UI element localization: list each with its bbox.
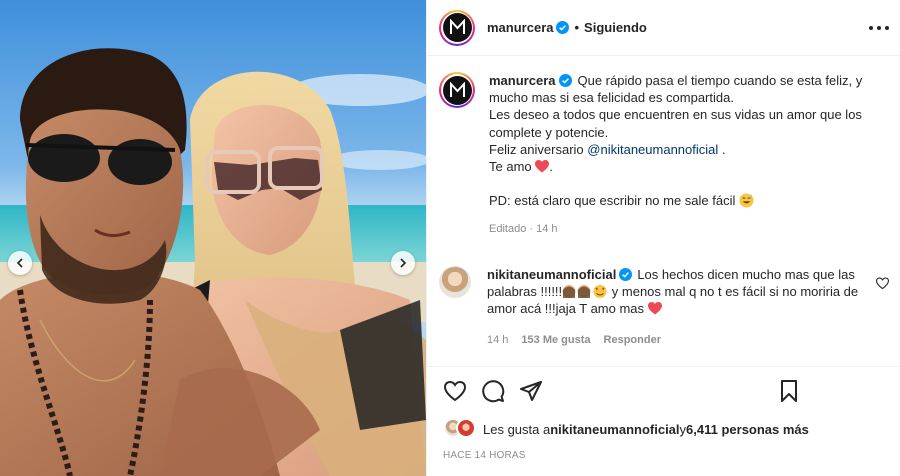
post-header: manurcera • Siguiendo (427, 0, 900, 56)
caption-line-2: Les deseo a todos que encuentren en sus … (489, 107, 862, 140)
caption-line-4: Te amo (489, 159, 532, 175)
comment-body: nikitaneumannoficial Los hechos dicen muc… (487, 266, 867, 349)
bookmark-icon (781, 380, 797, 402)
commenter-avatar[interactable] (439, 266, 471, 298)
chevron-right-icon (400, 258, 407, 268)
header-separator: • (574, 20, 580, 35)
likes-summary: Les gusta a nikitaneumannoficial y 6,411… (443, 418, 809, 440)
comment-meta: 14 h 153 Me gusta Responder (487, 332, 867, 349)
couple-selfie-image (0, 0, 426, 476)
commenter-username[interactable]: nikitaneumannoficial (487, 267, 616, 282)
post-side-panel: manurcera • Siguiendo manurcera Que rápid… (426, 0, 900, 476)
caption-meta: Editado · 14 h (489, 221, 881, 238)
next-image-button[interactable] (391, 251, 415, 275)
te-amo-suffix: . (549, 159, 553, 175)
like-button[interactable] (443, 379, 467, 403)
save-button[interactable] (777, 379, 801, 403)
share-button[interactable] (519, 379, 543, 403)
sweat-smile-emoji-icon (739, 193, 754, 208)
author-avatar[interactable] (439, 9, 475, 46)
following-button[interactable]: Siguiendo (584, 20, 647, 35)
action-bar (427, 366, 900, 414)
couple-emojis-icon (562, 285, 607, 299)
mention-suffix: . (718, 141, 726, 157)
author-logo-icon (449, 19, 465, 34)
more-options-icon[interactable] (867, 18, 891, 38)
like-comment-heart-icon[interactable] (876, 277, 889, 290)
caption-line-3: Feliz aniversario (489, 141, 584, 157)
caption-text: manurcera Que rápido pasa el tiempo cuand… (489, 72, 881, 239)
comment-bubble-icon (482, 379, 505, 402)
heart-outline-icon (443, 380, 467, 401)
post-caption: manurcera Que rápido pasa el tiempo cuand… (439, 72, 889, 239)
post-photo[interactable] (0, 0, 426, 476)
red-heart-emoji-icon (535, 160, 550, 173)
instagram-post: manurcera • Siguiendo manurcera Que rápid… (0, 0, 900, 476)
likes-count-link[interactable]: 6,411 personas más (686, 422, 809, 437)
caption-author-avatar[interactable] (439, 72, 475, 108)
comment-age[interactable]: 14 h (487, 332, 508, 349)
comment-likes[interactable]: 153 Me gusta (521, 332, 590, 349)
post-age[interactable]: 14 h (536, 223, 557, 235)
verified-badge-icon (619, 268, 633, 281)
caption-line-5 (489, 175, 881, 192)
caption-username[interactable]: manurcera (489, 73, 555, 88)
likes-prefix: Les gusta a (483, 421, 551, 437)
verified-badge-icon (556, 21, 570, 34)
meta-separator: · (529, 223, 534, 236)
comment-button[interactable] (481, 379, 505, 403)
edited-label: Editado (489, 223, 527, 236)
caption-line-6: PD: está claro que escribir no me sale f… (489, 193, 736, 209)
previous-image-button[interactable] (8, 251, 32, 275)
author-logo-icon (449, 81, 465, 97)
mention-link[interactable]: @nikitaneumannoficial (587, 142, 718, 157)
post-timestamp[interactable]: Hace 14 horas (443, 450, 526, 461)
red-heart-emoji-icon (647, 302, 662, 315)
author-username[interactable]: manurcera (487, 20, 553, 35)
paper-plane-icon (520, 380, 542, 401)
liker-avatars[interactable] (443, 418, 477, 440)
reply-button[interactable]: Responder (604, 332, 661, 349)
likes-user-link[interactable]: nikitaneumannoficial (550, 422, 679, 437)
chevron-left-icon (16, 258, 23, 268)
verified-badge-icon (559, 74, 573, 87)
liker-avatar (456, 418, 476, 438)
comment-item: nikitaneumannoficial Los hechos dicen muc… (439, 266, 895, 349)
